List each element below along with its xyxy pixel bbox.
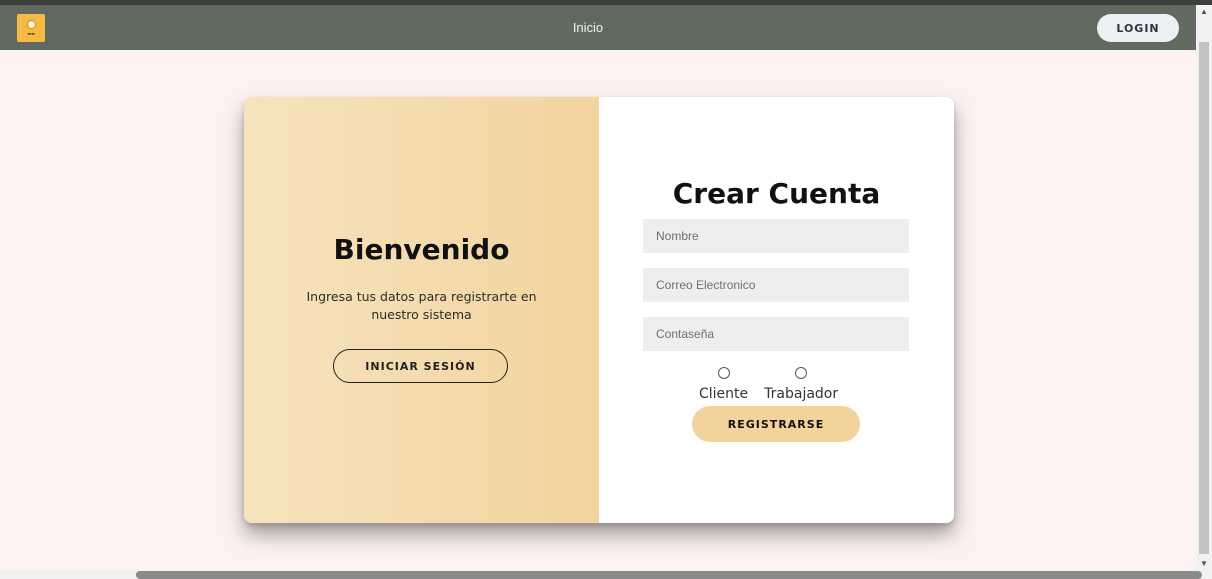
sign-in-button[interactable]: INICIAR SESIÓN — [333, 349, 508, 383]
nav-link-inicio[interactable]: Inicio — [0, 5, 1176, 50]
email-field[interactable]: Correo Electronico — [643, 268, 909, 302]
name-field[interactable]: Nombre — [643, 219, 909, 253]
radio-label-trabajador: Trabajador — [764, 386, 839, 402]
register-button[interactable]: REGISTRARSE — [692, 406, 860, 442]
scroll-up-icon[interactable]: ▲ — [1200, 7, 1208, 16]
radio-cliente[interactable] — [717, 367, 730, 379]
role-option-cliente: Cliente — [699, 367, 748, 402]
register-card: Bienvenido Ingresa tus datos para regist… — [244, 97, 954, 523]
register-panel: Crear Cuenta Nombre Correo Electronico C… — [599, 97, 954, 523]
welcome-title: Bienvenido — [333, 233, 510, 266]
horizontal-scroll-thumb[interactable] — [136, 571, 1202, 579]
welcome-text: Ingresa tus datos para registrarte en nu… — [306, 289, 537, 322]
welcome-panel: Bienvenido Ingresa tus datos para regist… — [244, 97, 599, 523]
horizontal-scrollbar[interactable] — [0, 570, 1212, 579]
navbar: ▬▬ Inicio LOGIN — [0, 5, 1196, 50]
radio-trabajador[interactable] — [795, 367, 808, 379]
role-radio-group: Cliente Trabajador — [699, 367, 838, 402]
password-field[interactable]: Contaseña — [643, 317, 909, 351]
radio-label-cliente: Cliente — [699, 386, 749, 402]
vertical-scroll-thumb[interactable] — [1199, 42, 1209, 554]
scroll-down-icon[interactable]: ▼ — [1200, 559, 1208, 568]
form-title: Crear Cuenta — [672, 177, 881, 210]
role-option-trabajador: Trabajador — [764, 367, 838, 402]
vertical-scrollbar[interactable]: ▲ ▼ — [1196, 5, 1212, 570]
login-button[interactable]: LOGIN — [1097, 14, 1179, 42]
